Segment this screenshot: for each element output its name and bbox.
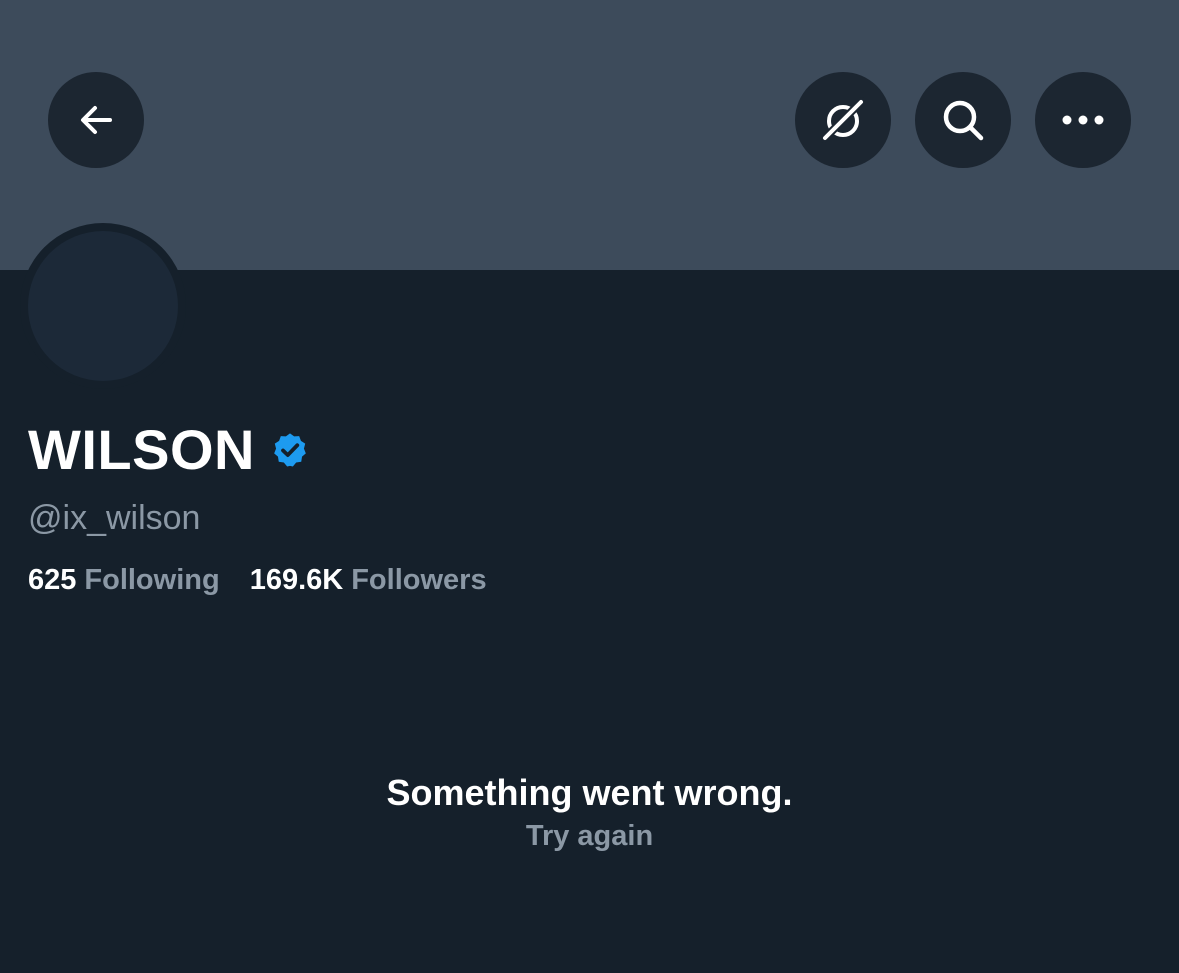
arrow-left-icon xyxy=(81,106,112,134)
grok-icon xyxy=(820,97,866,143)
grok-button[interactable] xyxy=(795,72,891,168)
error-message: Something went wrong. xyxy=(386,772,793,813)
follow-stats: 625 Following 169.6K Followers xyxy=(28,561,487,599)
avatar[interactable] xyxy=(28,231,178,381)
back-button[interactable] xyxy=(48,72,144,168)
error-state: Something went wrong. Try again xyxy=(0,770,1179,856)
following-label: Following xyxy=(84,564,220,596)
display-name: WILSON xyxy=(28,418,255,481)
followers-label: Followers xyxy=(351,564,487,596)
followers-link[interactable]: 169.6K Followers xyxy=(250,561,487,599)
verified-badge[interactable] xyxy=(271,431,309,469)
profile-screen: WILSON @ix_wilson 625 Following 169.6K F… xyxy=(0,0,1179,973)
search-icon xyxy=(943,100,984,141)
following-link[interactable]: 625 Following xyxy=(28,561,220,599)
more-horizontal-icon xyxy=(1062,115,1104,125)
more-button[interactable] xyxy=(1035,72,1131,168)
search-button[interactable] xyxy=(915,72,1011,168)
following-count: 625 xyxy=(28,564,77,596)
user-handle: @ix_wilson xyxy=(28,499,201,537)
followers-count: 169.6K xyxy=(249,564,344,596)
verified-badge-icon xyxy=(274,433,306,467)
name-row: WILSON xyxy=(28,418,309,482)
try-again-button[interactable]: Try again xyxy=(526,816,653,856)
